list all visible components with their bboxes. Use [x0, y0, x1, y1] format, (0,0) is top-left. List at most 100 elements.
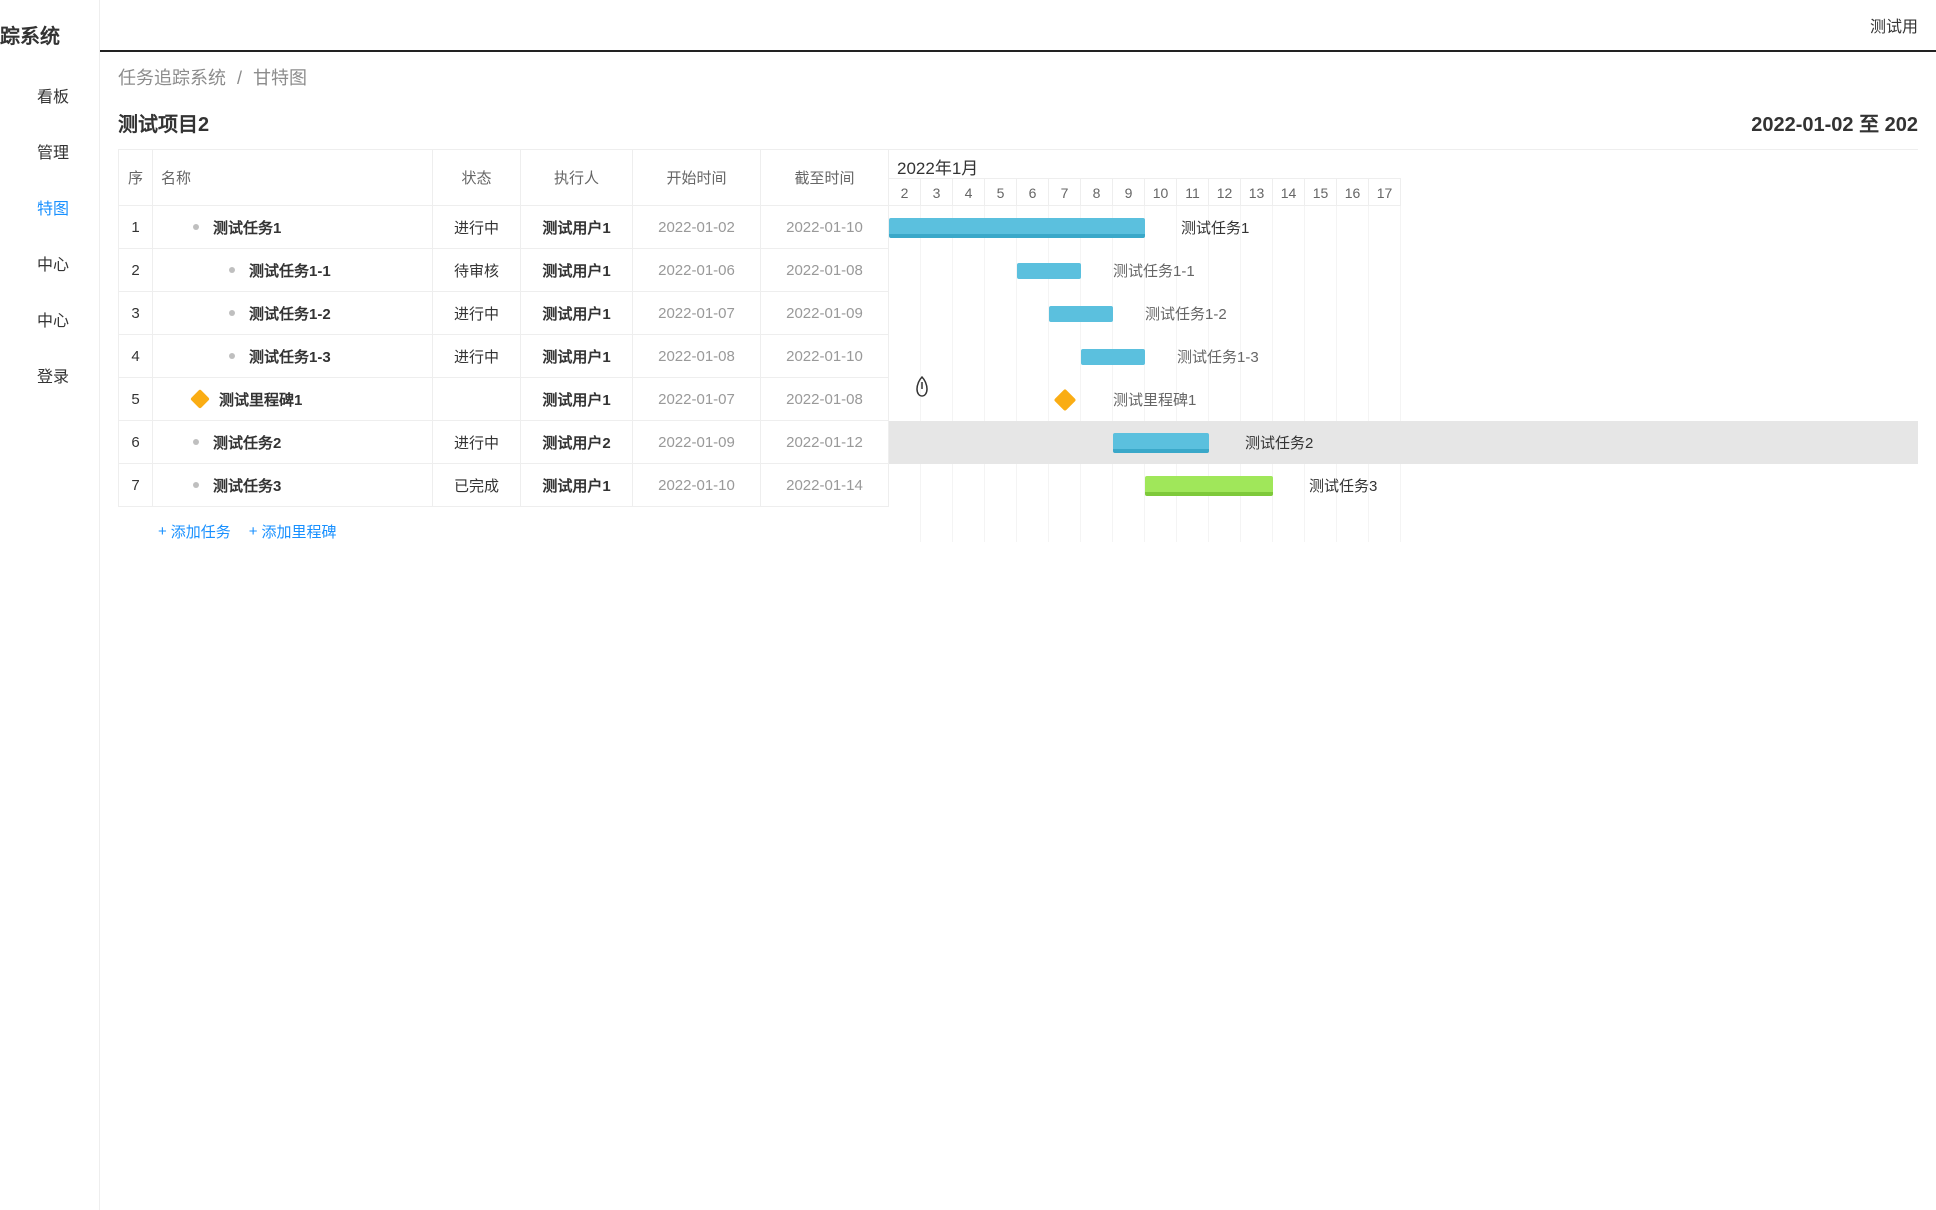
col-end-header: 截至时间 — [761, 150, 889, 206]
row-end: 2022-01-10 — [761, 335, 889, 378]
day-header: 3 — [921, 178, 953, 206]
row-seq: 3 — [119, 292, 153, 335]
table-row[interactable]: 7测试任务3已完成测试用户12022-01-102022-01-14 — [119, 464, 889, 507]
row-start: 2022-01-09 — [633, 421, 761, 464]
sidebar-item-3[interactable]: 中心 — [0, 235, 99, 291]
topbar: 测试用 — [100, 0, 1936, 52]
gantt-bar-label: 测试任务1-1 — [1113, 260, 1195, 281]
breadcrumb-root[interactable]: 任务追踪系统 — [118, 68, 226, 88]
breadcrumb: 任务追踪系统 / 甘特图 — [100, 52, 1936, 102]
day-header: 14 — [1273, 178, 1305, 206]
task-name: 测试里程碑1 — [219, 389, 302, 410]
day-header: 10 — [1145, 178, 1177, 206]
table-row[interactable]: 6测试任务2进行中测试用户22022-01-092022-01-12 — [119, 421, 889, 464]
sidebar-item-2[interactable]: 特图 — [0, 179, 99, 235]
gantt-bar-label: 测试任务1-2 — [1145, 303, 1227, 324]
milestone-icon — [190, 389, 210, 409]
gantt-bar[interactable] — [1081, 349, 1145, 365]
col-executor-header: 执行人 — [521, 150, 633, 206]
gantt-bar[interactable] — [1017, 263, 1081, 279]
row-status: 已完成 — [433, 464, 521, 507]
add-task-button[interactable]: + 添加任务 — [158, 521, 231, 542]
day-header: 2 — [889, 178, 921, 206]
col-start-header: 开始时间 — [633, 150, 761, 206]
table-row[interactable]: 3测试任务1-2进行中测试用户12022-01-072022-01-09 — [119, 292, 889, 335]
row-executor: 测试用户2 — [521, 421, 633, 464]
row-status: 进行中 — [433, 421, 521, 464]
day-header: 17 — [1369, 178, 1401, 206]
row-end: 2022-01-09 — [761, 292, 889, 335]
row-start: 2022-01-02 — [633, 206, 761, 249]
current-user[interactable]: 测试用 — [1870, 13, 1918, 37]
bullet-icon — [229, 310, 235, 316]
row-seq: 7 — [119, 464, 153, 507]
row-status — [433, 378, 521, 421]
gantt-row[interactable]: 测试任务3 — [889, 464, 1918, 507]
row-start: 2022-01-07 — [633, 378, 761, 421]
row-end: 2022-01-08 — [761, 378, 889, 421]
row-executor: 测试用户1 — [521, 335, 633, 378]
plus-icon: + — [158, 523, 167, 540]
sidebar-item-4[interactable]: 中心 — [0, 291, 99, 347]
gantt-bar[interactable] — [1049, 306, 1113, 322]
row-seq: 5 — [119, 378, 153, 421]
add-milestone-button[interactable]: + 添加里程碑 — [249, 521, 337, 542]
day-header: 11 — [1177, 178, 1209, 206]
gantt-row[interactable]: 测试任务1-3 — [889, 335, 1918, 378]
breadcrumb-separator: / — [237, 68, 242, 88]
day-header: 7 — [1049, 178, 1081, 206]
row-start: 2022-01-07 — [633, 292, 761, 335]
plus-icon: + — [249, 523, 258, 540]
table-row[interactable]: 4测试任务1-3进行中测试用户12022-01-082022-01-10 — [119, 335, 889, 378]
day-header: 4 — [953, 178, 985, 206]
sidebar-item-0[interactable]: 看板 — [0, 67, 99, 123]
row-seq: 6 — [119, 421, 153, 464]
gantt-bar[interactable] — [889, 218, 1145, 238]
task-name: 测试任务1-1 — [249, 260, 331, 281]
row-end: 2022-01-10 — [761, 206, 889, 249]
day-header: 8 — [1081, 178, 1113, 206]
gantt-bar-label: 测试任务1-3 — [1177, 346, 1259, 367]
task-name: 测试任务1 — [213, 217, 281, 238]
day-header: 9 — [1113, 178, 1145, 206]
row-status: 进行中 — [433, 335, 521, 378]
task-table: 序 名称 状态 执行人 开始时间 截至时间 1测试任务1进行中测试用户12022… — [118, 149, 889, 542]
row-executor: 测试用户1 — [521, 206, 633, 249]
sidebar: 踪系统 看板管理特图中心中心登录 — [0, 0, 100, 1210]
gantt-row[interactable]: 测试任务1 — [889, 206, 1918, 249]
table-row[interactable]: 1测试任务1进行中测试用户12022-01-022022-01-10 — [119, 206, 889, 249]
gantt-bar-label: 测试任务3 — [1309, 475, 1377, 496]
row-seq: 4 — [119, 335, 153, 378]
day-header: 12 — [1209, 178, 1241, 206]
row-executor: 测试用户1 — [521, 249, 633, 292]
gantt-row[interactable]: 测试任务1-2 — [889, 292, 1918, 335]
row-status: 待审核 — [433, 249, 521, 292]
row-seq: 2 — [119, 249, 153, 292]
row-end: 2022-01-14 — [761, 464, 889, 507]
table-row[interactable]: 2 测试任务1-1 待审核测试用户12022-01-062022-01-08 — [119, 249, 889, 292]
row-end: 2022-01-08 — [761, 249, 889, 292]
row-start: 2022-01-06 — [633, 249, 761, 292]
gantt-bar[interactable] — [1113, 433, 1209, 453]
day-header: 13 — [1241, 178, 1273, 206]
gantt-row[interactable]: 测试里程碑1 — [889, 378, 1918, 421]
date-range: 2022-01-02 至 202 — [1751, 108, 1918, 137]
task-name: 测试任务3 — [213, 475, 281, 496]
table-row[interactable]: 5测试里程碑1测试用户12022-01-072022-01-08 — [119, 378, 889, 421]
gantt-bar-label: 测试任务1 — [1181, 217, 1249, 238]
gantt-row[interactable]: 测试任务1-1 — [889, 249, 1918, 292]
row-end: 2022-01-12 — [761, 421, 889, 464]
sidebar-item-5[interactable]: 登录 — [0, 347, 99, 403]
task-name: 测试任务1-2 — [249, 303, 331, 324]
row-status: 进行中 — [433, 206, 521, 249]
gantt-bar-label: 测试任务2 — [1245, 432, 1313, 453]
gantt-bar[interactable] — [1145, 476, 1273, 496]
task-name: 测试任务1-3 — [249, 346, 331, 367]
gantt-chart[interactable]: 2022年1月 234567891011121314151617 测试任务1测试… — [889, 149, 1918, 542]
bullet-icon — [193, 224, 199, 230]
bullet-icon — [193, 439, 199, 445]
bullet-icon — [229, 267, 235, 273]
sidebar-item-1[interactable]: 管理 — [0, 123, 99, 179]
gantt-row[interactable]: 测试任务2 — [889, 421, 1918, 464]
day-header: 6 — [1017, 178, 1049, 206]
